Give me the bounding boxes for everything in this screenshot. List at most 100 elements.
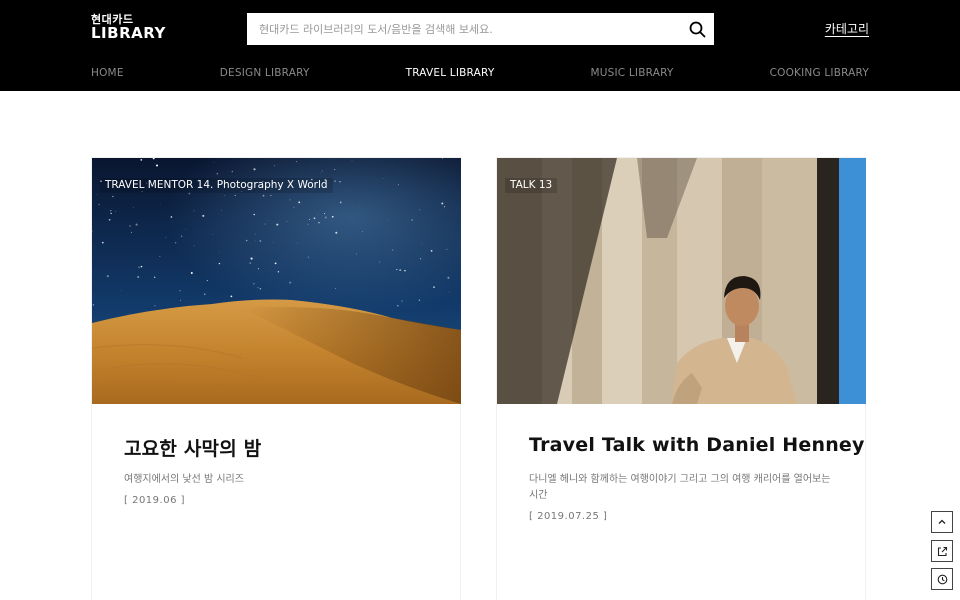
star (101, 241, 104, 244)
star (399, 269, 402, 271)
external-link-icon (937, 546, 947, 556)
star (180, 299, 182, 301)
star (203, 293, 206, 295)
star (264, 223, 266, 225)
card-title: Travel Talk with Daniel Henney (529, 434, 865, 456)
nav-item-cooking-library[interactable]: COOKING LIBRARY (770, 67, 869, 83)
star (106, 275, 109, 278)
star (224, 195, 226, 197)
star (420, 258, 422, 260)
star (185, 228, 186, 230)
star (155, 164, 159, 167)
star (320, 172, 321, 174)
card-title: 고요한 사막의 밤 (124, 438, 262, 460)
star (219, 252, 220, 253)
star (258, 268, 260, 270)
search-bar (247, 13, 714, 45)
star (179, 289, 181, 292)
star (138, 266, 140, 269)
star (316, 215, 318, 216)
search-input[interactable] (247, 13, 680, 45)
star (324, 213, 326, 215)
star (202, 214, 205, 217)
star (259, 239, 262, 243)
star (108, 218, 111, 221)
star (120, 289, 121, 291)
star (193, 245, 195, 247)
star (230, 295, 233, 298)
star (430, 249, 433, 252)
scroll-top-button[interactable] (931, 511, 953, 533)
nav-item-home[interactable]: HOME (91, 67, 124, 83)
star (335, 287, 337, 289)
recent-button[interactable] (931, 568, 953, 590)
article-card-travel-talk[interactable]: TALK 13 Travel Talk with Daniel Henney 다… (496, 157, 866, 600)
star (231, 170, 233, 173)
star (135, 223, 138, 226)
star (140, 159, 143, 161)
star (351, 159, 353, 161)
star (245, 239, 248, 242)
nav-item-travel-library[interactable]: TRAVEL LIBRARY (406, 67, 495, 83)
star (391, 249, 394, 251)
star (277, 271, 280, 273)
star (298, 201, 301, 204)
star (361, 231, 363, 233)
star (92, 304, 95, 306)
star (419, 209, 421, 211)
star (165, 236, 167, 238)
star (339, 181, 341, 183)
logo[interactable]: 현대카드 LIBRARY (91, 14, 166, 41)
star (276, 223, 279, 226)
star (446, 248, 448, 250)
star (289, 281, 292, 284)
star (140, 265, 143, 268)
star (293, 207, 295, 208)
star (307, 256, 310, 258)
article-card-desert-night[interactable]: TRAVEL MENTOR 14. Photography X World 고요… (91, 157, 461, 600)
star (153, 276, 156, 279)
star (193, 210, 195, 212)
category-link[interactable]: 카테고리 (825, 20, 869, 37)
star (286, 220, 288, 222)
star (397, 184, 399, 186)
card-description: 여행지에서의 낯선 밤 시리즈 (124, 474, 244, 485)
nav-item-music-library[interactable]: MUSIC LIBRARY (591, 67, 674, 83)
star (383, 178, 385, 179)
star (418, 299, 420, 301)
star (262, 194, 265, 197)
star (333, 168, 336, 171)
chevron-up-icon (938, 519, 946, 524)
star (379, 261, 381, 263)
star (286, 299, 288, 300)
star (249, 262, 252, 264)
star (216, 172, 219, 175)
star (331, 215, 334, 218)
star (129, 225, 131, 227)
star (255, 233, 256, 235)
share-button[interactable] (931, 540, 953, 562)
star (387, 219, 389, 221)
star (321, 170, 323, 172)
star (421, 243, 423, 244)
star (270, 195, 272, 197)
star (296, 161, 298, 163)
card-badge: TRAVEL MENTOR 14. Photography X World (100, 178, 333, 193)
star (212, 234, 214, 235)
star (318, 222, 320, 224)
desert-night-image (92, 158, 461, 404)
star (110, 212, 112, 215)
star (307, 223, 309, 225)
main-nav: HOME DESIGN LIBRARY TRAVEL LIBRARY MUSIC… (91, 67, 869, 83)
star (257, 287, 259, 289)
star (250, 257, 253, 260)
star (133, 206, 134, 208)
star (221, 210, 223, 211)
card-image-portrait: TALK 13 (497, 158, 866, 404)
star (98, 203, 100, 206)
nav-item-design-library[interactable]: DESIGN LIBRARY (220, 67, 310, 83)
star (234, 194, 236, 196)
search-button[interactable] (680, 13, 714, 45)
star (272, 241, 274, 243)
star (339, 201, 342, 204)
